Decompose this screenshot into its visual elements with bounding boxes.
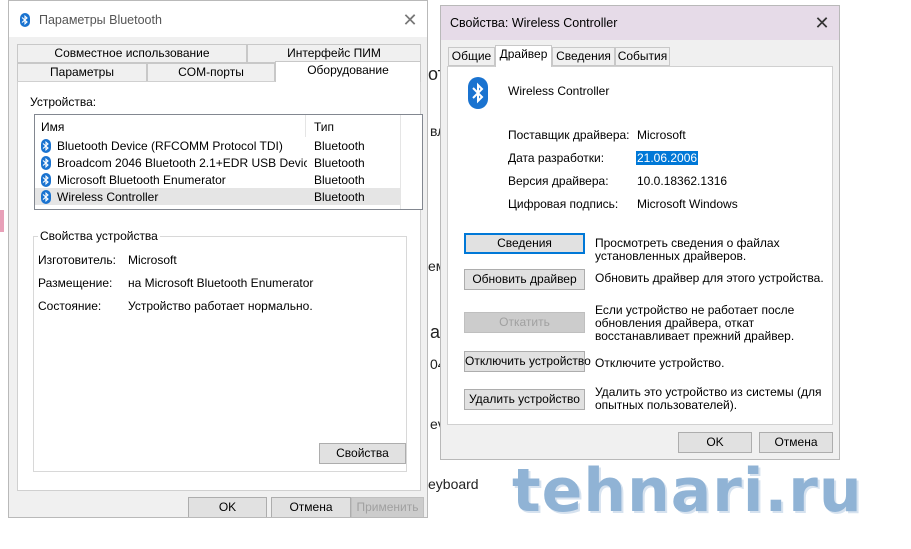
- field-label: Версия драйвера:: [508, 174, 609, 188]
- device-name: Wireless Controller: [508, 84, 610, 98]
- watermark-logo: tehnari.ru: [512, 456, 863, 526]
- device-type: Bluetooth: [314, 173, 365, 187]
- device-properties-window: Свойства: Wireless Controller ✕ Общие Др…: [440, 5, 840, 460]
- field-label: Цифровая подпись:: [508, 197, 619, 211]
- tab-hardware[interactable]: Оборудование: [275, 61, 421, 82]
- action-description: Отключите устройство.: [595, 356, 725, 370]
- bg-fragment: а: [430, 322, 441, 342]
- prop-value: на Microsoft Bluetooth Enumerator: [128, 276, 314, 290]
- ok-button[interactable]: OK: [188, 497, 267, 517]
- device-name: Bluetooth Device (RFCOMM Protocol TDI): [57, 139, 283, 153]
- bluetooth-icon: [41, 190, 51, 204]
- field-label: Поставщик драйвера:: [508, 128, 630, 142]
- apply-button[interactable]: Применить: [351, 497, 424, 517]
- hardware-panel: Устройства: Имя Тип Bluetooth Device (RF…: [17, 81, 423, 491]
- tab-sharing[interactable]: Совместное использование: [17, 44, 247, 63]
- tab-com-ports[interactable]: COM-порты: [147, 63, 275, 82]
- prop-label: Изготовитель:: [38, 253, 116, 267]
- update-driver-button[interactable]: Обновить драйвер: [464, 269, 585, 290]
- list-item-selected[interactable]: Wireless Controller Bluetooth: [35, 188, 400, 205]
- device-list[interactable]: Имя Тип Bluetooth Device (RFCOMM Protoco…: [34, 114, 423, 210]
- window-title: Параметры Bluetooth: [39, 13, 162, 27]
- column-name[interactable]: Имя: [41, 120, 64, 134]
- ok-button[interactable]: OK: [678, 432, 752, 453]
- cancel-button[interactable]: Отмена: [271, 497, 351, 517]
- action-description: Удалить это устройство из системы (для о…: [595, 385, 822, 412]
- device-type: Bluetooth: [314, 139, 365, 153]
- close-button[interactable]: ✕: [811, 12, 833, 34]
- properties-button[interactable]: Свойства: [319, 443, 406, 464]
- close-icon: ✕: [402, 10, 418, 30]
- action-description: Обновить драйвер для этого устройства.: [595, 271, 824, 285]
- field-value: 10.0.18362.1316: [637, 174, 728, 188]
- prop-value: Microsoft: [128, 253, 177, 267]
- cancel-button[interactable]: Отмена: [759, 432, 833, 453]
- device-name: Microsoft Bluetooth Enumerator: [57, 173, 226, 187]
- list-item[interactable]: Bluetooth Device (RFCOMM Protocol TDI) B…: [35, 137, 400, 154]
- device-name: Wireless Controller: [57, 190, 159, 204]
- bg-accent-strip: [0, 210, 4, 232]
- device-type: Bluetooth: [314, 190, 365, 204]
- bluetooth-icon: [41, 156, 51, 170]
- tab-options[interactable]: Параметры: [17, 63, 147, 82]
- column-type[interactable]: Тип: [314, 120, 334, 134]
- list-item[interactable]: Broadcom 2046 Bluetooth 2.1+EDR USB Devi…: [35, 154, 400, 171]
- devices-label: Устройства:: [30, 95, 97, 109]
- window-title: Свойства: Wireless Controller: [450, 16, 618, 30]
- uninstall-device-button[interactable]: Удалить устройство: [464, 389, 585, 410]
- action-description: Просмотреть сведения о файлах установлен…: [595, 236, 780, 263]
- title-bar[interactable]: Свойства: Wireless Controller ✕: [441, 6, 839, 40]
- close-button[interactable]: ✕: [399, 9, 421, 31]
- bluetooth-icon: [468, 77, 488, 109]
- bluetooth-icon: [41, 173, 51, 187]
- close-icon: ✕: [814, 13, 830, 33]
- prop-label: Состояние:: [38, 299, 102, 313]
- bg-fragment: eyboard: [428, 476, 479, 492]
- tab-driver[interactable]: Драйвер: [495, 45, 552, 67]
- list-header: Имя Тип: [35, 115, 422, 137]
- tab-events[interactable]: События: [615, 47, 670, 66]
- field-label: Дата разработки:: [508, 151, 605, 165]
- prop-label: Размещение:: [38, 276, 113, 290]
- field-value: Microsoft: [637, 128, 686, 142]
- disable-device-button[interactable]: Отключить устройство: [464, 351, 591, 372]
- action-description: Если устройство не работает после обновл…: [595, 303, 795, 343]
- driver-panel: Wireless Controller Поставщик драйвера: …: [447, 66, 833, 425]
- device-type: Bluetooth: [314, 156, 365, 170]
- list-item[interactable]: Microsoft Bluetooth Enumerator Bluetooth: [35, 171, 400, 188]
- field-value-selected[interactable]: 21.06.2006: [636, 151, 699, 165]
- bluetooth-settings-window: Параметры Bluetooth ✕ Совместное использ…: [8, 0, 428, 518]
- details-button[interactable]: Сведения: [464, 233, 585, 254]
- title-bar[interactable]: Параметры Bluetooth ✕: [9, 1, 427, 37]
- tab-general[interactable]: Общие: [448, 47, 495, 66]
- tab-details[interactable]: Сведения: [552, 47, 615, 66]
- device-name: Broadcom 2046 Bluetooth 2.1+EDR USB Devi…: [57, 156, 307, 170]
- bluetooth-icon: [20, 13, 30, 27]
- rollback-driver-button[interactable]: Откатить: [464, 312, 585, 333]
- group-title: Свойства устройства: [38, 229, 160, 243]
- bluetooth-icon: [41, 139, 51, 153]
- device-properties-group: Свойства устройства Изготовитель: Micros…: [33, 229, 407, 472]
- prop-value: Устройство работает нормально.: [128, 299, 313, 313]
- field-value: Microsoft Windows: [637, 197, 738, 211]
